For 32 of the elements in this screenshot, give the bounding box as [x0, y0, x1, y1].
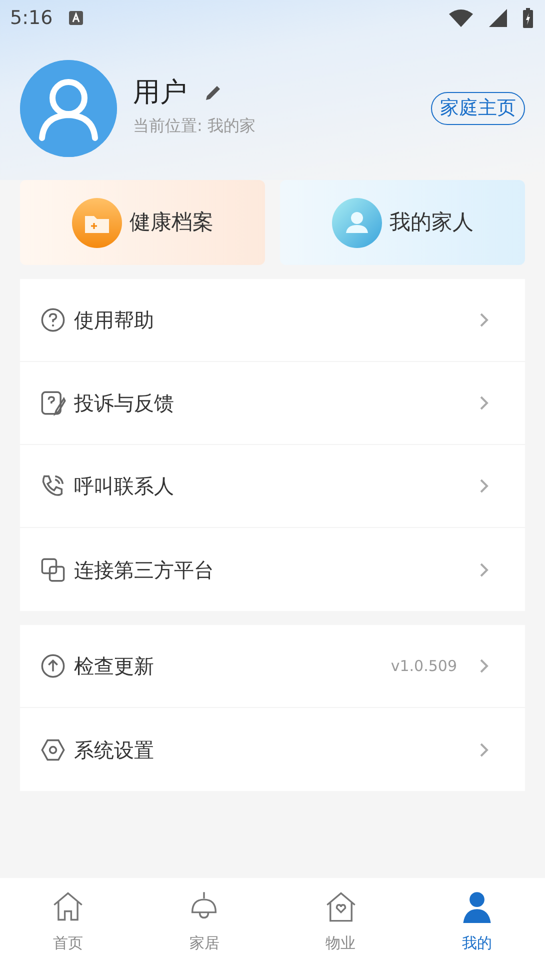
shortcut-card[interactable]: 健康档案	[20, 180, 265, 265]
house-heart-icon	[324, 890, 358, 924]
battery-icon	[523, 8, 533, 28]
avatar[interactable]	[20, 60, 117, 157]
user-name: 用户	[133, 79, 187, 106]
nav-tab[interactable]: 我的	[408, 878, 545, 968]
family-home-button[interactable]: 家庭主页	[431, 92, 525, 125]
folder-icon	[72, 198, 122, 248]
status-time: 5:16	[10, 6, 53, 31]
menu-item[interactable]: 使用帮助	[20, 279, 525, 362]
link-icon	[40, 556, 66, 582]
chevron-icon	[479, 478, 489, 494]
settings-icon	[40, 736, 66, 762]
help-icon	[40, 307, 66, 333]
wifi-icon	[449, 9, 473, 27]
chevron-icon	[479, 562, 489, 578]
nav-tab[interactable]: 首页	[0, 878, 136, 968]
menu-item[interactable]: 检查更新 v1.0.509	[20, 625, 525, 708]
signal-icon	[489, 9, 507, 27]
upload-icon	[40, 653, 66, 679]
feedback-icon	[40, 390, 66, 416]
chevron-icon	[479, 395, 489, 411]
chevron-icon	[479, 658, 489, 674]
nav-tab[interactable]: 物业	[272, 878, 409, 968]
shortcut-card[interactable]: 我的家人	[280, 180, 525, 265]
chevron-icon	[479, 742, 489, 758]
phone-icon	[40, 473, 66, 499]
current-location: 当前位置: 我的家	[133, 115, 256, 137]
keyboard-icon	[68, 11, 83, 25]
nav-tab[interactable]: 家居	[136, 878, 272, 968]
chevron-icon	[479, 312, 489, 328]
people-icon	[332, 198, 382, 248]
